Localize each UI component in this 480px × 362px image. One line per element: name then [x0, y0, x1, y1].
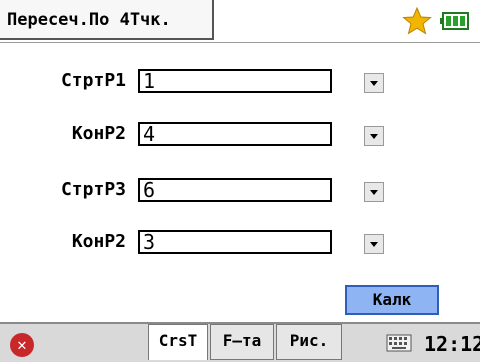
end-p2-input[interactable]: 4 [138, 122, 332, 146]
close-icon[interactable]: ✕ [10, 333, 34, 357]
calc-button[interactable]: Калк [345, 285, 439, 315]
end-p4-input[interactable]: 3 [138, 230, 332, 254]
start-p1-dropdown-button[interactable] [364, 73, 384, 93]
row-start-p3: СтртР3 6 [0, 175, 480, 205]
window-title: Пересеч.По 4Тчк. [0, 0, 214, 40]
row-label: СтртР1 [60, 70, 126, 91]
start-p1-input[interactable]: 1 [138, 69, 332, 93]
end-p4-dropdown-button[interactable] [364, 234, 384, 254]
row-end-p4: КонР2 3 [0, 227, 480, 257]
star-icon[interactable] [402, 6, 432, 36]
row-label: КонР2 [71, 123, 126, 144]
tab-formula[interactable]: F–та [210, 324, 274, 360]
start-p3-dropdown-button[interactable] [364, 182, 384, 202]
row-label: СтртР3 [60, 179, 126, 200]
tab-figure[interactable]: Рис. [276, 324, 342, 360]
battery-icon [440, 12, 469, 30]
title-bar: Пересеч.По 4Тчк. [0, 0, 480, 43]
taskbar: ✕ CrsT F–та Рис. 12:12 [0, 322, 480, 362]
end-p2-dropdown-button[interactable] [364, 126, 384, 146]
tab-crst[interactable]: CrsT [148, 324, 208, 360]
row-label: КонР2 [71, 231, 126, 252]
clock: 12:12 [424, 332, 480, 356]
start-p3-input[interactable]: 6 [138, 178, 332, 202]
row-end-p2: КонР2 4 [0, 119, 480, 149]
row-start-p1: СтртР1 1 [0, 66, 480, 96]
keyboard-icon[interactable] [386, 334, 412, 352]
